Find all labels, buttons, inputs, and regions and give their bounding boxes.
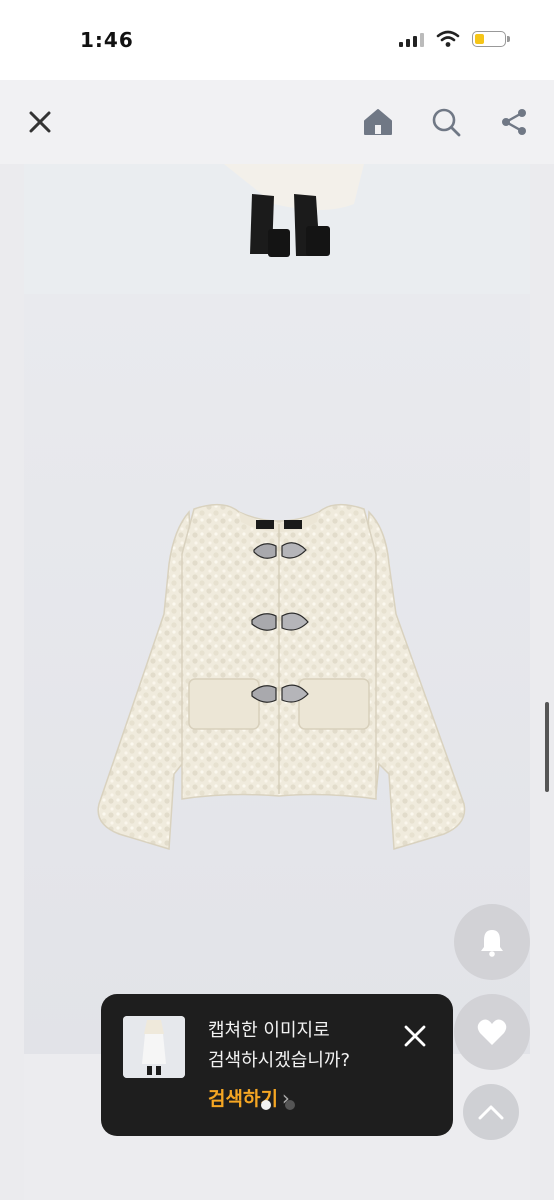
battery-level — [475, 34, 484, 44]
toast-close-button[interactable] — [395, 1016, 435, 1056]
status-bar: 1:46 — [0, 0, 554, 80]
close-icon — [404, 1025, 426, 1047]
share-button[interactable] — [494, 102, 534, 142]
wifi-icon — [436, 30, 460, 47]
scrollbar[interactable] — [545, 702, 549, 792]
home-button[interactable] — [358, 102, 398, 142]
share-icon — [502, 109, 526, 135]
captured-image-thumbnail[interactable] — [123, 1016, 185, 1078]
product-photo-model — [24, 164, 530, 294]
scroll-top-button[interactable] — [463, 1084, 519, 1140]
heart-icon — [477, 1019, 507, 1045]
nav-bar — [0, 80, 554, 164]
signal-icon — [399, 31, 424, 47]
page-dot — [261, 1100, 271, 1110]
bell-icon — [481, 930, 503, 957]
notification-button[interactable] — [454, 904, 530, 980]
search-button[interactable] — [426, 102, 466, 142]
page-indicator — [261, 1100, 295, 1110]
status-time: 1:46 — [80, 28, 134, 52]
close-icon — [29, 111, 51, 133]
wishlist-button[interactable] — [454, 994, 530, 1070]
chevron-up-icon — [478, 1105, 504, 1120]
model-legs-illustration — [224, 164, 364, 257]
status-icons — [399, 30, 510, 48]
battery-icon — [472, 31, 510, 47]
search-icon — [432, 108, 461, 137]
thumbnail-illustration — [123, 1016, 185, 1078]
page-dot — [285, 1100, 295, 1110]
image-search-toast: 캡쳐한 이미지로 검색하시겠습니까? 검색하기 › — [101, 994, 453, 1136]
toast-message: 캡쳐한 이미지로 검색하시겠습니까? — [208, 1020, 351, 1071]
home-icon — [364, 109, 392, 135]
close-button[interactable] — [20, 102, 60, 142]
